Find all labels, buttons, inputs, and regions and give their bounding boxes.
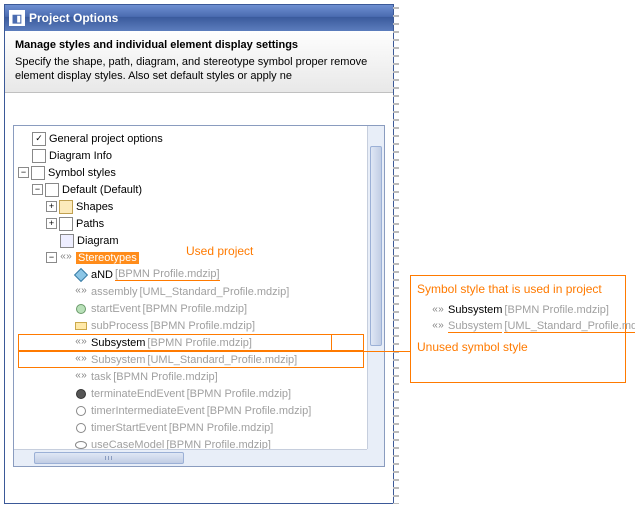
horizontal-scrollbar[interactable] — [14, 449, 367, 466]
tree-item-stereotype[interactable]: «»Subsystem[BPMN Profile.mdzip] — [18, 334, 364, 351]
header-title: Manage styles and individual element dis… — [15, 39, 383, 51]
tree-item-stereotype[interactable]: timerIntermediateEvent[BPMN Profile.mdzi… — [18, 402, 364, 419]
vertical-scrollbar[interactable] — [367, 126, 384, 449]
header-description: Specify the shape, path, diagram, and st… — [15, 55, 383, 84]
tree-item-stereotype[interactable]: «»task[BPMN Profile.mdzip] — [18, 368, 364, 385]
item-profile: [UML_Standard_Profile.mdzip] — [139, 286, 289, 298]
app-icon: ◧ — [9, 10, 25, 26]
item-name: timerStartEvent — [91, 422, 167, 434]
expand-icon[interactable]: + — [46, 218, 57, 229]
stereotype-icon: «» — [74, 336, 88, 350]
tree-item-stereotype[interactable]: timerStartEvent[BPMN Profile.mdzip] — [18, 419, 364, 436]
torn-edge — [393, 4, 399, 504]
tree: General project options Diagram Info − S… — [14, 126, 364, 467]
item-profile: [BPMN Profile.mdzip] — [187, 388, 292, 400]
tree-item-stereotype[interactable]: «»Subsystem[UML_Standard_Profile.mdzip] — [18, 351, 364, 368]
annotation-used-project: Used project — [186, 244, 253, 258]
item-profile: [BPMN Profile.mdzip] — [150, 320, 255, 332]
tree-item-paths[interactable]: + Paths — [18, 215, 364, 232]
header-panel: Manage styles and individual element dis… — [5, 31, 393, 93]
scroll-thumb[interactable] — [34, 452, 184, 464]
tree-item-stereotype[interactable]: startEvent[BPMN Profile.mdzip] — [18, 300, 364, 317]
paths-icon — [59, 217, 73, 231]
item-name: startEvent — [91, 303, 141, 315]
tree-item-stereotype[interactable]: aND[BPMN Profile.mdzip] — [18, 266, 364, 283]
expand-icon[interactable]: + — [46, 201, 57, 212]
scrollbar-corner — [367, 449, 384, 466]
item-name: task — [91, 371, 111, 383]
diagram-icon — [60, 234, 74, 248]
item-profile: [BPMN Profile.mdzip] — [113, 371, 218, 383]
tree-item-stereotype[interactable]: terminateEndEvent[BPMN Profile.mdzip] — [18, 385, 364, 402]
checkbox-icon — [32, 132, 46, 146]
tree-item-symbol-styles[interactable]: − Symbol styles — [18, 164, 364, 181]
scroll-thumb[interactable] — [370, 146, 382, 346]
callout-box: Symbol style that is used in project «»S… — [410, 275, 626, 383]
item-name: aND — [91, 269, 113, 281]
tree-item-shapes[interactable]: + Shapes — [18, 198, 364, 215]
tree-panel: General project options Diagram Info − S… — [13, 125, 385, 467]
item-name: assembly — [91, 286, 137, 298]
stereotype-icon: «» — [74, 353, 88, 367]
selected-node: Stereotypes — [76, 252, 139, 264]
tree-item-stereotype[interactable]: subProcess[BPMN Profile.mdzip] — [18, 317, 364, 334]
item-profile: [UML_Standard_Profile.mdzip] — [147, 354, 297, 366]
item-profile: [BPMN Profile.mdzip] — [207, 405, 312, 417]
callout-label-used: Symbol style that is used in project — [417, 282, 619, 296]
collapse-icon[interactable]: − — [18, 167, 29, 178]
stereotype-icon: «» — [74, 370, 88, 384]
titlebar[interactable]: ◧ Project Options — [5, 5, 393, 31]
item-profile: [BPMN Profile.mdzip] — [115, 268, 220, 281]
callout-item: «»Subsystem[UML_Standard_Profile.mdzip] — [417, 318, 619, 334]
tree-item-diagram-info[interactable]: Diagram Info — [18, 147, 364, 164]
stereotype-icon: «» — [59, 251, 73, 265]
item-name: timerIntermediateEvent — [91, 405, 205, 417]
connector-line — [331, 334, 332, 351]
collapse-icon[interactable]: − — [46, 252, 57, 263]
item-name: terminateEndEvent — [91, 388, 185, 400]
folder-icon — [31, 166, 45, 180]
item-name: subProcess — [91, 320, 148, 332]
connector-line — [318, 334, 332, 335]
collapse-icon[interactable]: − — [32, 184, 43, 195]
callout-item: «»Subsystem[BPMN Profile.mdzip] — [417, 302, 619, 318]
connector-line — [318, 351, 410, 352]
item-name: Subsystem — [91, 354, 145, 366]
folder-icon — [45, 183, 59, 197]
window-title: Project Options — [29, 11, 118, 25]
item-profile: [BPMN Profile.mdzip] — [147, 337, 252, 349]
item-profile: [BPMN Profile.mdzip] — [143, 303, 248, 315]
item-profile: [BPMN Profile.mdzip] — [169, 422, 274, 434]
shapes-icon — [59, 200, 73, 214]
stereotype-icon: «» — [74, 285, 88, 299]
tree-item-stereotype[interactable]: «»assembly[UML_Standard_Profile.mdzip] — [18, 283, 364, 300]
callout-label-unused: Unused symbol style — [417, 340, 619, 354]
page-icon — [32, 149, 46, 163]
tree-item-general[interactable]: General project options — [18, 130, 364, 147]
tree-item-default[interactable]: − Default (Default) — [18, 181, 364, 198]
item-name: Subsystem — [91, 337, 145, 349]
